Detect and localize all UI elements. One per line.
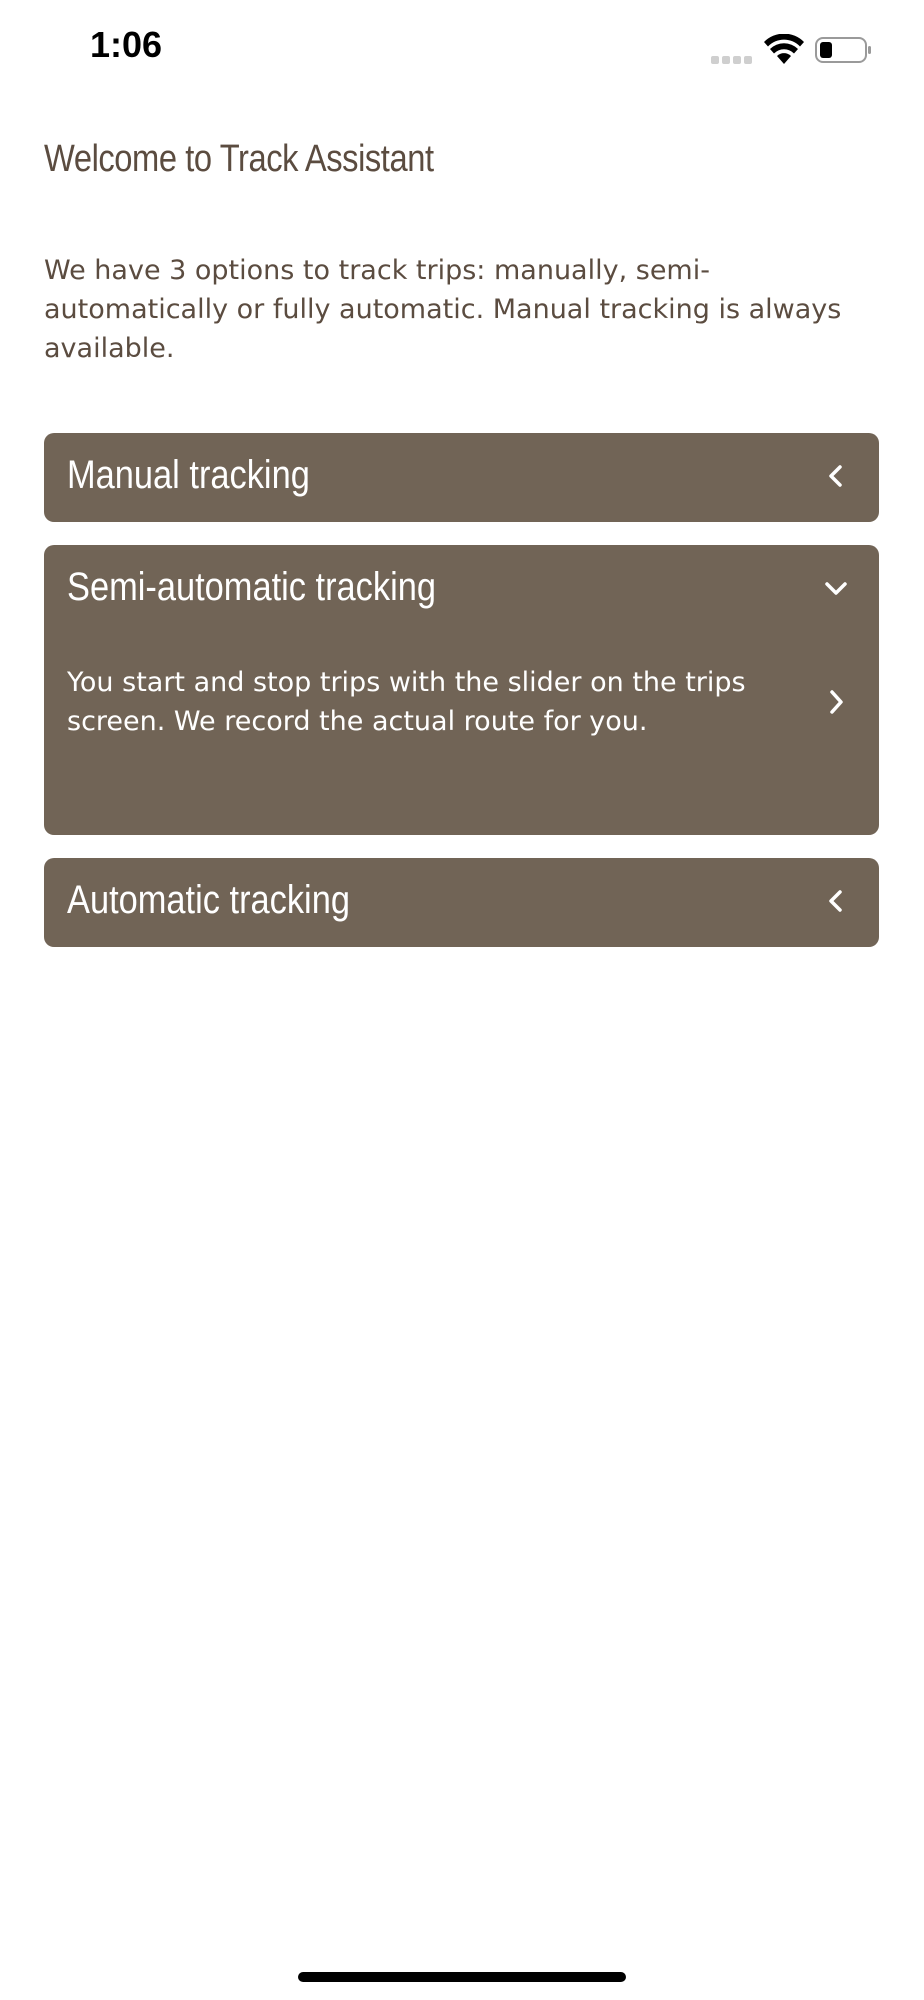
chevron-down-icon [825, 582, 847, 595]
automatic-tracking-header[interactable]: Automatic tracking [44, 858, 879, 947]
home-indicator[interactable] [298, 1972, 626, 1982]
semi-automatic-tracking-title: Semi-automatic tracking [67, 565, 436, 609]
chevron-right-icon [830, 690, 843, 714]
intro-text: We have 3 options to track trips: manual… [44, 255, 842, 364]
status-bar: 1:06 [0, 0, 924, 100]
chevron-left-icon [829, 465, 842, 487]
semi-automatic-tracking-description: You start and stop trips with the slider… [67, 667, 746, 737]
page-title: Welcome to Track Assistant [44, 138, 434, 180]
cellular-signal-icon [711, 56, 755, 64]
status-time: 1:06 [90, 24, 163, 65]
automatic-tracking-panel: Automatic tracking [44, 858, 879, 947]
semi-automatic-tracking-panel: Semi-automatic tracking You start and st… [44, 545, 879, 835]
manual-tracking-title: Manual tracking [67, 453, 310, 497]
chevron-left-icon [829, 890, 842, 912]
wifi-icon [764, 34, 804, 64]
semi-automatic-tracking-option[interactable]: You start and stop trips with the slider… [44, 663, 879, 773]
battery-icon [815, 37, 871, 63]
automatic-tracking-title: Automatic tracking [67, 878, 350, 922]
semi-automatic-tracking-header[interactable]: Semi-automatic tracking [44, 545, 879, 634]
manual-tracking-header[interactable]: Manual tracking [44, 433, 879, 522]
manual-tracking-panel: Manual tracking [44, 433, 879, 522]
